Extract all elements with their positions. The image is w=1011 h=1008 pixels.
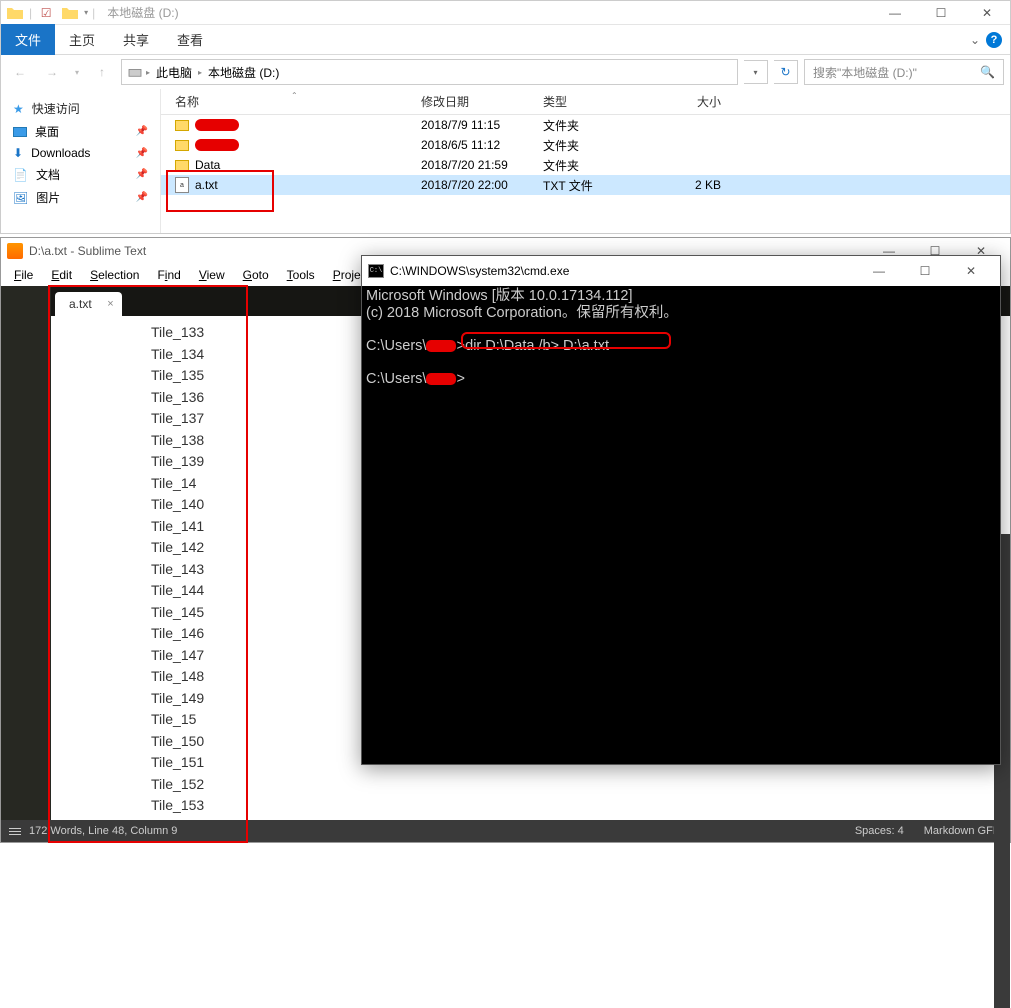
file-tab[interactable]: 文件 [1,24,55,55]
desktop-icon [13,127,27,137]
menu-goto[interactable]: Goto [234,266,278,284]
cmd-icon: C:\ [368,264,384,278]
search-input[interactable]: 搜索"本地磁盘 (D:)" 🔍 [804,59,1004,85]
file-row[interactable]: 2018/6/5 11:12文件夹 [161,135,1010,155]
qat-divider: | [92,6,95,20]
maximize-button[interactable]: ☐ [918,1,964,25]
sort-indicator-icon: ⌃ [291,91,298,100]
column-type[interactable]: 类型 [543,93,661,110]
quick-access-toolbar: | ☑ ▾ | [1,3,99,23]
menu-view[interactable]: View [190,266,234,284]
window-controls: — ☐ ✕ [872,1,1010,25]
ribbon: 文件 主页 共享 查看 ⌄ ? [1,25,1010,55]
syntax-indicator[interactable]: Markdown GFM [924,825,1002,837]
column-headers[interactable]: 名称 修改日期 类型 大小 [161,89,1010,115]
status-bar: 172 Words, Line 48, Column 9 Spaces: 4 M… [1,820,1010,842]
qat-divider: | [29,6,32,20]
address-dropdown[interactable]: ▾ [744,60,768,84]
ribbon-tab-home[interactable]: 主页 [55,24,109,55]
menu-find[interactable]: Find [148,266,189,284]
up-button[interactable]: ↑ [89,59,115,85]
sidebar-item-pictures[interactable]: 🖼图片📌 [1,186,160,209]
folder-icon [175,120,189,131]
menu-icon[interactable] [9,828,21,835]
document-icon: 📄 [13,168,28,182]
cmd-titlebar[interactable]: C:\ C:\WINDOWS\system32\cmd.exe — ☐ ✕ [362,256,1000,286]
file-row[interactable]: 2018/7/9 11:15文件夹 [161,115,1010,135]
editor-line: Tile_153 [151,797,1010,819]
status-info: 172 Words, Line 48, Column 9 [29,825,177,837]
sidebar-item-downloads[interactable]: ⬇Downloads📌 [1,143,160,163]
cmd-window: C:\ C:\WINDOWS\system32\cmd.exe — ☐ ✕ Mi… [361,255,1001,765]
window-title: 本地磁盘 (D:) [107,4,178,21]
chevron-icon[interactable]: ▸ [198,68,202,77]
redacted-text [426,373,456,385]
column-date[interactable]: 修改日期 [421,93,543,110]
indent-indicator[interactable]: Spaces: 4 [855,825,904,837]
window-title: C:\WINDOWS\system32\cmd.exe [390,264,569,278]
sidebar-quick-access[interactable]: ★快速访问 [1,97,160,120]
explorer-titlebar[interactable]: | ☑ ▾ | 本地磁盘 (D:) — ☐ ✕ [1,1,1010,25]
star-icon: ★ [13,102,24,116]
redacted-text [195,139,239,151]
qat-dropdown[interactable]: ▾ [84,8,88,17]
ribbon-collapse-icon[interactable]: ⌄ [970,33,980,47]
minimize-button[interactable]: — [856,259,902,283]
folder-icon [5,3,25,23]
breadcrumb[interactable]: 本地磁盘 (D:) [206,62,281,83]
column-size[interactable]: 大小 [661,93,731,110]
file-explorer-window: | ☑ ▾ | 本地磁盘 (D:) — ☐ ✕ 文件 主页 共享 查看 ⌄ ? … [0,0,1011,234]
sidebar-item-desktop[interactable]: 桌面📌 [1,120,160,143]
navigation-pane[interactable]: ★快速访问 桌面📌 ⬇Downloads📌 📄文档📌 🖼图片📌 [1,89,161,233]
redacted-text [426,340,456,352]
pin-icon: 📌 [136,148,148,159]
ribbon-tab-view[interactable]: 查看 [163,24,217,55]
drive-icon [128,66,142,78]
sidebar-item-documents[interactable]: 📄文档📌 [1,163,160,186]
address-bar[interactable]: ▸ 此电脑 ▸ 本地磁盘 (D:) [121,59,738,85]
text-file-icon: a [175,177,189,193]
menu-edit[interactable]: Edit [42,266,81,284]
editor-line: Tile_152 [151,776,1010,798]
window-title: D:\a.txt - Sublime Text [29,244,146,258]
download-icon: ⬇ [13,146,23,160]
refresh-button[interactable]: ↻ [774,60,798,84]
menu-tools[interactable]: Tools [278,266,324,284]
menu-selection[interactable]: Selection [81,266,148,284]
pin-icon: 📌 [136,126,148,137]
window-controls: — ☐ ✕ [856,259,994,283]
folder-icon [175,160,189,171]
recent-dropdown[interactable]: ▾ [71,59,83,85]
file-row[interactable]: Data2018/7/20 21:59文件夹 [161,155,1010,175]
redacted-text [195,119,239,131]
folder-icon [60,3,80,23]
address-bar-row: ← → ▾ ↑ ▸ 此电脑 ▸ 本地磁盘 (D:) ▾ ↻ 搜索"本地磁盘 (D… [1,55,1010,89]
pin-icon: 📌 [136,192,148,203]
close-button[interactable]: ✕ [964,1,1010,25]
sublime-logo-icon [7,243,23,259]
pictures-icon: 🖼 [13,191,28,205]
file-row[interactable]: aa.txt2018/7/20 22:00TXT 文件2 KB [161,175,1010,195]
ribbon-tab-share[interactable]: 共享 [109,24,163,55]
file-list: ⌃ 名称 修改日期 类型 大小 2018/7/9 11:15文件夹2018/6/… [161,89,1010,233]
help-icon[interactable]: ? [986,32,1002,48]
folder-icon [175,140,189,151]
terminal-output[interactable]: Microsoft Windows [版本 10.0.17134.112] (c… [362,286,1000,390]
close-button[interactable]: ✕ [948,259,994,283]
forward-button[interactable]: → [39,59,65,85]
editor-gutter [1,286,51,820]
properties-icon[interactable]: ☑ [36,3,56,23]
back-button[interactable]: ← [7,59,33,85]
breadcrumb[interactable]: 此电脑 [154,62,194,83]
search-icon: 🔍 [980,65,995,79]
close-tab-icon[interactable]: × [107,298,113,310]
menu-file[interactable]: File [5,266,42,284]
minimize-button[interactable]: — [872,1,918,25]
chevron-icon[interactable]: ▸ [146,68,150,77]
pin-icon: 📌 [136,169,148,180]
file-tab[interactable]: a.txt× [55,292,122,316]
search-placeholder: 搜索"本地磁盘 (D:)" [813,64,917,81]
maximize-button[interactable]: ☐ [902,259,948,283]
